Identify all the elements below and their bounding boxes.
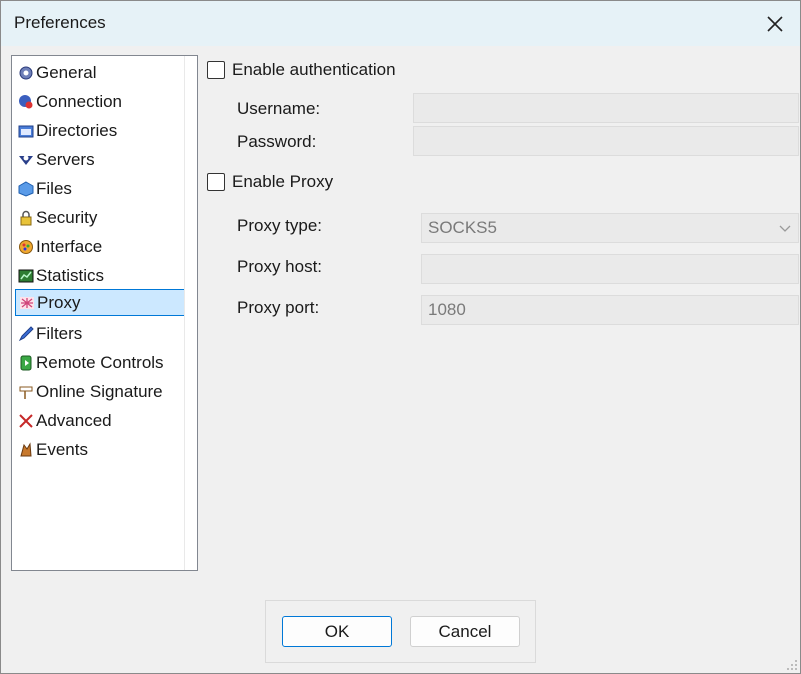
proxy-host-label: Proxy host: [237, 257, 323, 276]
nav-item-interface[interactable]: Interface [15, 233, 186, 260]
enable-authentication-checkbox[interactable] [207, 61, 225, 79]
events-icon [18, 441, 34, 458]
password-label: Password: [237, 132, 317, 151]
username-label: Username: [237, 99, 321, 118]
interface-icon [18, 239, 34, 255]
enable-proxy-label: Enable Proxy [232, 172, 334, 191]
enable-proxy-row[interactable]: Enable Proxy [207, 172, 333, 192]
nav-item-remote-controls[interactable]: Remote Controls [15, 349, 186, 376]
filters-icon [18, 325, 34, 342]
window-title: Preferences [14, 13, 106, 32]
list-scrollbar[interactable] [184, 56, 197, 570]
connection-icon [18, 94, 34, 110]
proxy-host-field[interactable] [421, 254, 799, 284]
category-list[interactable]: General Connection Directories Servers F… [11, 55, 198, 571]
nav-item-servers[interactable]: Servers [15, 146, 186, 173]
ok-button[interactable]: OK [282, 616, 392, 647]
nav-item-statistics[interactable]: Statistics [15, 262, 186, 289]
password-field[interactable] [413, 126, 799, 156]
button-bar: OK Cancel [265, 600, 536, 663]
servers-icon [18, 152, 34, 168]
title-bar: Preferences [1, 1, 800, 46]
nav-item-security[interactable]: Security [15, 204, 186, 231]
signature-icon [18, 384, 34, 400]
advanced-icon [18, 413, 34, 429]
enable-proxy-checkbox[interactable] [207, 173, 225, 191]
cancel-button[interactable]: Cancel [410, 616, 520, 647]
nav-item-connection[interactable]: Connection [15, 88, 186, 115]
statistics-icon [18, 268, 34, 284]
close-icon [767, 15, 783, 32]
preferences-dialog: Preferences General Connection Directori… [0, 0, 801, 674]
proxy-type-value: SOCKS5 [428, 218, 497, 237]
nav-item-online-signature[interactable]: Online Signature [15, 378, 186, 405]
close-button[interactable] [750, 1, 800, 46]
lock-icon [18, 210, 34, 226]
remote-controls-icon [18, 355, 34, 371]
chevron-down-icon [779, 225, 791, 232]
gear-icon [18, 65, 34, 81]
proxy-port-value: 1080 [428, 300, 466, 319]
nav-item-advanced[interactable]: Advanced [15, 407, 186, 434]
proxy-icon [19, 295, 35, 311]
directories-icon [18, 123, 34, 139]
proxy-type-label: Proxy type: [237, 216, 323, 235]
enable-authentication-row[interactable]: Enable authentication [207, 60, 396, 80]
nav-item-events[interactable]: Events [15, 436, 186, 463]
nav-item-filters[interactable]: Filters [15, 320, 186, 347]
nav-item-files[interactable]: Files [15, 175, 186, 202]
nav-item-proxy[interactable]: Proxy [15, 289, 186, 316]
resize-grip-icon[interactable] [786, 659, 798, 671]
nav-item-general[interactable]: General [15, 59, 186, 86]
proxy-port-field[interactable]: 1080 [421, 295, 799, 325]
username-field[interactable] [413, 93, 799, 123]
proxy-port-label: Proxy port: [237, 298, 320, 317]
enable-authentication-label: Enable authentication [232, 60, 396, 79]
nav-item-directories[interactable]: Directories [15, 117, 186, 144]
proxy-type-select[interactable]: SOCKS5 [421, 213, 799, 243]
files-icon [18, 180, 34, 197]
